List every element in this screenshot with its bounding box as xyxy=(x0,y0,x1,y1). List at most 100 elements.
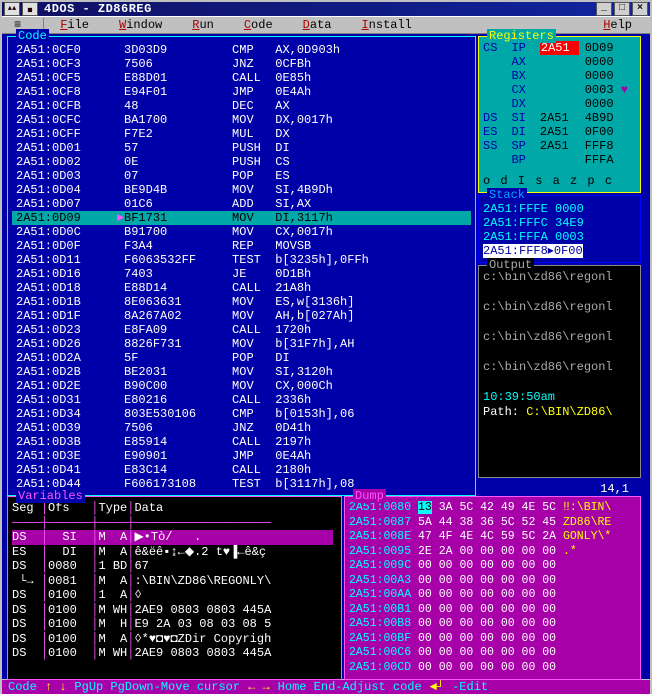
code-line[interactable]: 2A51:0CFC BA1700 MOV DX,0017h xyxy=(12,113,471,127)
code-line[interactable]: 2A51:0D31 E80216 CALL 2336h xyxy=(12,393,471,407)
code-line[interactable]: 2A51:0D04 BE9D4B MOV SI,4B9Dh xyxy=(12,183,471,197)
code-line[interactable]: 2A51:0D1B 8E063631 MOV ES,w[3136h] xyxy=(12,295,471,309)
output-line: c:\bin\zd86\regonl xyxy=(483,270,636,285)
code-panel[interactable]: Code 2A51:0CF0 3D03D9 CMP AX,0D903h2A51:… xyxy=(7,36,476,496)
status-hint-1: PgUp PgDown-Move cursor xyxy=(74,680,240,694)
output-title: Output xyxy=(487,258,534,272)
variable-row[interactable]: └→ │0081 │M A│:\BIN\ZD86\REGONLY\ xyxy=(12,574,337,589)
dump-line[interactable]: 2A51:00AA 00 00 00 00 00 00 00 xyxy=(349,588,636,603)
variables-panel[interactable]: Variables Seg │Ofs │Type│Data────┼──────… xyxy=(7,496,342,680)
position-indicator: 14,1 xyxy=(478,480,641,496)
output-line xyxy=(483,375,636,390)
variable-row[interactable]: DS │0100 │M WH│2AE9 0803 0803 445A xyxy=(12,646,337,661)
close-button[interactable]: × xyxy=(632,2,648,16)
menu-file[interactable]: File xyxy=(48,16,107,34)
variable-row[interactable]: DS │0100 │1 A│◊ xyxy=(12,588,337,603)
dump-line[interactable]: 2A51:0087 5A 44 38 36 5C 52 45 ZD86\RE xyxy=(349,516,636,531)
output-line: c:\bin\zd86\regonl xyxy=(483,330,636,345)
code-line[interactable]: 2A51:0D2A 5F POP DI xyxy=(12,351,471,365)
variable-row[interactable]: DS │0080 │1 BD│67 xyxy=(12,559,337,574)
code-line[interactable]: 2A51:0D02 0E PUSH CS xyxy=(12,155,471,169)
status-mode: Code xyxy=(8,680,37,694)
code-line[interactable]: 2A51:0CF8 E94F01 JMP 0E4Ah xyxy=(12,85,471,99)
code-line[interactable]: 2A51:0CF0 3D03D9 CMP AX,0D903h xyxy=(12,43,471,57)
stack-line: 2A51:FFFC 34E9 xyxy=(483,216,636,230)
code-line[interactable]: 2A51:0D23 E8FA09 CALL 1720h xyxy=(12,323,471,337)
dump-title: Dump xyxy=(353,489,386,503)
status-arrows-v: ↑ ↓ xyxy=(45,680,67,694)
code-line[interactable]: 2A51:0D26 8826F731 MOV b[31F7h],AH xyxy=(12,337,471,351)
code-line[interactable]: 2A51:0D3E E90901 JMP 0E4Ah xyxy=(12,449,471,463)
dump-panel[interactable]: Dump 2A51:0080 13 3A 5C 42 49 4E 5C ‼:\B… xyxy=(344,496,641,680)
code-line[interactable]: 2A51:0D01 57 PUSH DI xyxy=(12,141,471,155)
code-line[interactable]: 2A51:0D18 E88D14 CALL 21A8h xyxy=(12,281,471,295)
code-line[interactable]: 2A51:0D41 E83C14 CALL 2180h xyxy=(12,463,471,477)
output-path: Path: C:\BIN\ZD86\ xyxy=(483,405,636,420)
dump-line[interactable]: 2A51:008E 47 4F 4E 4C 59 5C 2A GONLY\* xyxy=(349,530,636,545)
variables-title: Variables xyxy=(16,489,85,503)
dump-line[interactable]: 2A51:00B1 00 00 00 00 00 00 00 xyxy=(349,603,636,618)
titlebar[interactable]: ▲▲ ▄ 4DOS - ZD86REG _ □ × xyxy=(2,2,650,16)
menu-install[interactable]: Install xyxy=(349,16,429,34)
output-line xyxy=(483,285,636,300)
menu-window[interactable]: Window xyxy=(107,16,180,34)
status-hint-3: -Edit xyxy=(452,680,488,694)
variable-row[interactable]: ES │ DI │M A│ê&ëê▪↨←◆.2 t♥▐←ê&ç xyxy=(12,545,337,560)
enter-key-icon: ◄┘ xyxy=(430,680,444,694)
app-icon-2: ▄ xyxy=(22,2,38,16)
code-line[interactable]: 2A51:0D11 F6063532FF TEST b[3235h],0FFh xyxy=(12,253,471,267)
code-line[interactable]: 2A51:0D2B BE2031 MOV SI,3120h xyxy=(12,365,471,379)
code-line[interactable]: 2A51:0D39 7506 JNZ 0D41h xyxy=(12,421,471,435)
output-line xyxy=(483,345,636,360)
code-line[interactable]: 2A51:0CFB 48 DEC AX xyxy=(12,99,471,113)
dump-line[interactable]: 2A51:009C 00 00 00 00 00 00 00 xyxy=(349,559,636,574)
variable-row[interactable]: DS │0100 │M WH│2AE9 0803 0803 445A xyxy=(12,603,337,618)
output-panel[interactable]: Output c:\bin\zd86\regonl c:\bin\zd86\re… xyxy=(478,265,641,478)
code-line[interactable]: 2A51:0D16 7403 JE 0D1Bh xyxy=(12,267,471,281)
heart-icon: ♥ xyxy=(614,83,628,97)
dump-line[interactable]: 2A51:00B8 00 00 00 00 00 00 00 xyxy=(349,617,636,632)
stack-line: 2A51:FFF8▸0F00 xyxy=(483,244,636,258)
code-line[interactable]: 2A51:0D3B E85914 CALL 2197h xyxy=(12,435,471,449)
app-icon-1: ▲▲ xyxy=(4,2,20,16)
window-title: 4DOS - ZD86REG xyxy=(44,2,596,16)
menu-help[interactable]: Help xyxy=(591,16,650,34)
menu-code[interactable]: Code xyxy=(232,16,291,34)
dump-line[interactable]: 2A51:00C6 00 00 00 00 00 00 00 xyxy=(349,646,636,661)
output-line xyxy=(483,315,636,330)
code-line[interactable]: 2A51:0D09 ►BF1731 MOV DI,3117h xyxy=(12,211,471,225)
maximize-button[interactable]: □ xyxy=(614,2,630,16)
registers-panel[interactable]: Registers CSIP2A510D09AX0000BX0000CX0003… xyxy=(478,36,641,193)
dump-line[interactable]: 2A51:00CD 00 00 00 00 00 00 00 xyxy=(349,661,636,676)
output-line: c:\bin\zd86\regonl xyxy=(483,360,636,375)
status-hint-2: Home End-Adjust code xyxy=(278,680,422,694)
dump-line[interactable]: 2A51:0095 2E 2A 00 00 00 00 00 .* xyxy=(349,545,636,560)
dump-line[interactable]: 2A51:0080 13 3A 5C 42 49 4E 5C ‼:\BIN\ xyxy=(349,501,636,516)
variable-row[interactable]: DS │0100 │M A│◊*♥◘♥◘ZDir Copyrigh xyxy=(12,632,337,647)
code-line[interactable]: 2A51:0D03 07 POP ES xyxy=(12,169,471,183)
variable-row[interactable]: DS │0100 │M H│E9 2A 03 08 03 08 5 xyxy=(12,617,337,632)
minimize-button[interactable]: _ xyxy=(596,2,612,16)
code-line[interactable]: 2A51:0D34 803E530106 CMP b[0153h],06 xyxy=(12,407,471,421)
code-line[interactable]: 2A51:0CFF F7E2 MUL DX xyxy=(12,127,471,141)
code-line[interactable]: 2A51:0D2E B90C00 MOV CX,000Ch xyxy=(12,379,471,393)
code-line[interactable]: 2A51:0CF5 E88D01 CALL 0E85h xyxy=(12,71,471,85)
code-line[interactable]: 2A51:0CF3 7506 JNZ 0CFBh xyxy=(12,57,471,71)
registers-title: Registers xyxy=(487,29,556,43)
variable-row[interactable]: DS │ SI │M A│▶•Tò/ . xyxy=(12,530,337,545)
dump-line[interactable]: 2A51:00BF 00 00 00 00 00 00 00 xyxy=(349,632,636,647)
menu-data[interactable]: Data xyxy=(291,16,350,34)
status-arrows-h: ← → xyxy=(248,680,270,694)
stack-panel[interactable]: Stack 2A51:FFFE 00002A51:FFFC 34E92A51:F… xyxy=(478,195,641,263)
code-line[interactable]: 2A51:0D0C B91700 MOV CX,0017h xyxy=(12,225,471,239)
main-window: ▲▲ ▄ 4DOS - ZD86REG _ □ × ≡ FileWindowRu… xyxy=(0,0,652,681)
output-line: c:\bin\zd86\regonl xyxy=(483,300,636,315)
code-line[interactable]: 2A51:0D07 01C6 ADD SI,AX xyxy=(12,197,471,211)
menu-run[interactable]: Run xyxy=(180,16,232,34)
code-line[interactable]: 2A51:0D0F F3A4 REP MOVSB xyxy=(12,239,471,253)
dump-line[interactable]: 2A51:00A3 00 00 00 00 00 00 00 xyxy=(349,574,636,589)
code-line[interactable]: 2A51:0D1F 8A267A02 MOV AH,b[027Ah] xyxy=(12,309,471,323)
variables-header: Seg │Ofs │Type│Data xyxy=(12,501,337,516)
code-panel-title: Code xyxy=(16,29,49,43)
stack-line: 2A51:FFFA 0003 xyxy=(483,230,636,244)
